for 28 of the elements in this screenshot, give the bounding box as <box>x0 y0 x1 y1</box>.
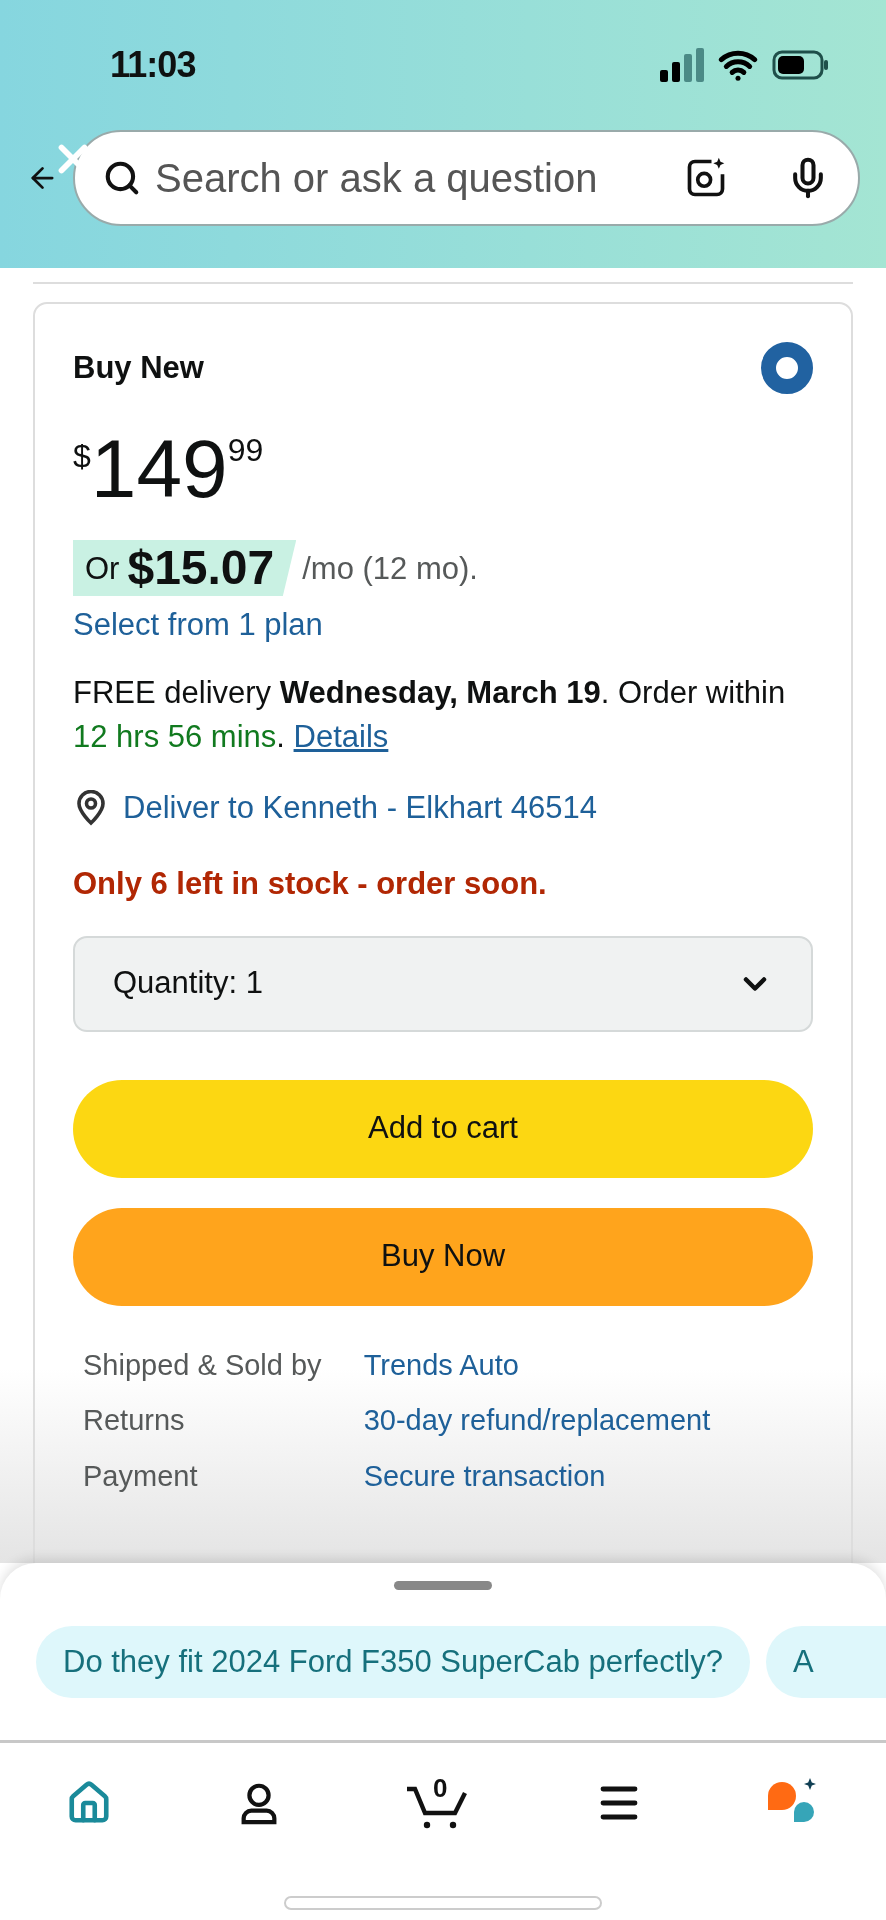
deliver-to-link[interactable]: Deliver to Kenneth - Elkhart 46514 <box>123 784 597 831</box>
sheet-handle[interactable] <box>394 1581 492 1590</box>
plan-link[interactable]: Select from 1 plan <box>73 602 323 649</box>
signal-icon <box>660 48 704 82</box>
detail-label: Payment <box>83 1458 199 1494</box>
add-to-cart-button[interactable]: Add to cart <box>73 1079 813 1178</box>
quantity-dropdown[interactable]: Quantity: 1 <box>73 935 813 1032</box>
radio-button[interactable] <box>761 342 813 394</box>
detail-value-link[interactable]: Trends Auto <box>363 1343 813 1387</box>
suggestion-chip[interactable]: Do they fit 2024 Ford F350 SuperCab perfectly? <box>36 1626 750 1698</box>
detail-label: Shipped & Sold by <box>83 1347 322 1383</box>
home-icon[interactable] <box>66 1780 112 1826</box>
detail-value-link[interactable]: Secure transaction <box>363 1454 813 1498</box>
details-link[interactable]: Details <box>293 718 389 754</box>
cart-count: 0 <box>433 1775 448 1801</box>
status-time: 11:03 <box>110 43 196 87</box>
financing-offer: Or $15.07 /mo (12 mo). <box>73 540 813 596</box>
suggestion-chip[interactable]: A <box>766 1626 886 1698</box>
search-field[interactable]: Search or ask a question <box>155 148 670 208</box>
detail-value-link[interactable]: 30-day refund/replacement <box>363 1399 813 1443</box>
buy-now-button[interactable]: Buy Now <box>73 1207 813 1306</box>
battery-icon <box>772 50 830 80</box>
search-bar[interactable]: Search or ask a question <box>73 130 860 226</box>
stock-message: Only 6 left in stock - order soon. <box>73 865 548 903</box>
delivery-message: FREE delivery Wednesday, March 19. Order within 12 hrs 56 mins. Details <box>73 673 787 756</box>
offer-title: Buy New <box>73 348 204 387</box>
detail-label: Returns <box>83 1403 186 1438</box>
search-icon <box>103 159 141 197</box>
